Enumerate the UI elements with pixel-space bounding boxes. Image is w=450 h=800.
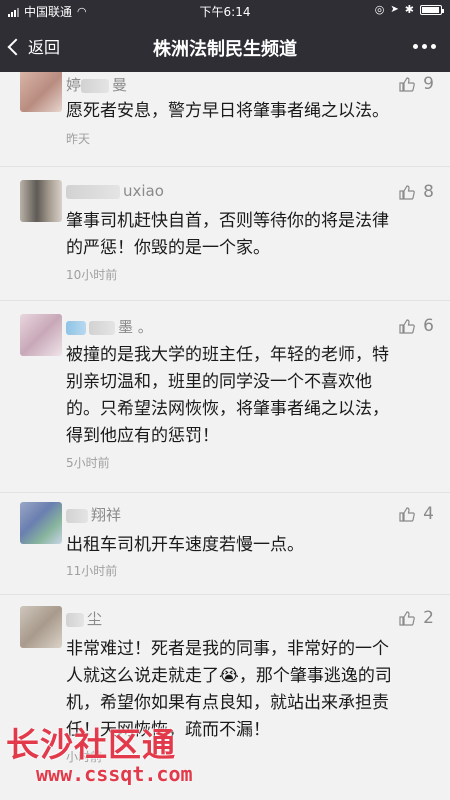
like-count: 8 bbox=[423, 182, 434, 202]
thumbs-up-icon bbox=[399, 610, 416, 626]
comment-nickname[interactable]: 翔祥 bbox=[66, 504, 121, 525]
watermark-url: www.cssqt.com bbox=[36, 762, 193, 786]
page-title: 株洲法制民生频道 bbox=[153, 39, 297, 60]
avatar[interactable] bbox=[20, 314, 62, 356]
comment-text: 出租车司机开车速度若慢一点。 bbox=[66, 535, 304, 555]
battery-icon bbox=[420, 4, 444, 15]
watermark-text: 长沙社区通 bbox=[6, 725, 176, 764]
like-count: 2 bbox=[423, 608, 434, 628]
thumbs-up-icon bbox=[399, 506, 416, 522]
comment-time: 11小时前 bbox=[66, 564, 118, 578]
like-count: 9 bbox=[423, 74, 434, 94]
comment-nickname[interactable]: 尘 bbox=[66, 608, 102, 629]
thumbs-up-icon bbox=[399, 184, 416, 200]
location-icon: ➤ bbox=[390, 4, 399, 15]
comment-nickname[interactable]: 婷曼 bbox=[66, 74, 127, 95]
avatar[interactable] bbox=[20, 180, 62, 222]
comment-list: 婷曼 9 愿死者安息，警方早日将肇事者绳之以法。 昨天 uxiao 8 肇事司机… bbox=[0, 72, 450, 800]
comment-time: 昨天 bbox=[66, 132, 91, 146]
divider bbox=[0, 300, 450, 301]
like-button[interactable]: 4 bbox=[399, 504, 434, 524]
like-count: 6 bbox=[423, 316, 434, 336]
comment-text: 肇事司机赶快自首，否则等待你的将是法律 的严惩！你毁的是一个家。 bbox=[66, 211, 389, 258]
comment-text: 愿死者安息，警方早日将肇事者绳之以法。 bbox=[66, 101, 389, 121]
bluetooth-icon: ✱ bbox=[404, 3, 414, 16]
thumbs-up-icon bbox=[399, 76, 416, 92]
comment-time: 5小时前 bbox=[66, 456, 110, 470]
more-dot-icon bbox=[413, 44, 418, 49]
more-dot-icon bbox=[422, 44, 427, 49]
avatar[interactable] bbox=[20, 502, 62, 544]
like-button[interactable]: 6 bbox=[399, 316, 434, 336]
thumbs-up-icon bbox=[399, 318, 416, 334]
nav-bar: 返回 株洲法制民生频道 bbox=[0, 22, 450, 72]
divider bbox=[0, 492, 450, 493]
avatar[interactable] bbox=[20, 72, 62, 112]
more-button[interactable] bbox=[413, 44, 436, 49]
comment-nickname[interactable]: uxiao bbox=[66, 182, 164, 200]
comment-time: 10小时前 bbox=[66, 268, 118, 282]
lock-rotation-icon: ◎ bbox=[374, 3, 385, 16]
like-button[interactable]: 8 bbox=[399, 182, 434, 202]
more-dot-icon bbox=[431, 44, 436, 49]
divider bbox=[0, 166, 450, 167]
like-button[interactable]: 2 bbox=[399, 608, 434, 628]
like-button[interactable]: 9 bbox=[399, 74, 434, 94]
avatar[interactable] bbox=[20, 606, 62, 648]
like-count: 4 bbox=[423, 504, 434, 524]
status-bar: 中国联通 ◠ 下午6:14 ◎ ➤ ✱ bbox=[0, 0, 450, 22]
divider bbox=[0, 594, 450, 595]
comment-text: 被撞的是我大学的班主任，年轻的老师，特 别亲切温和，班里的同学没一个不喜欢他 的… bbox=[66, 345, 389, 446]
watermark-logo: 长沙社区通 www.cssqt.com bbox=[6, 718, 206, 794]
comment-nickname[interactable]: 墨 。 bbox=[66, 316, 153, 337]
